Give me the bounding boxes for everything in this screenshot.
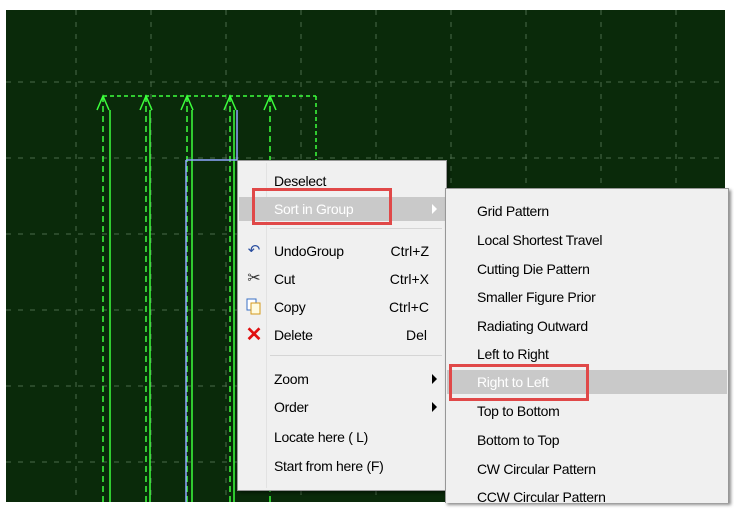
menu-item-delete[interactable]: ✕ Delete Del	[239, 323, 445, 347]
menu-item-label: Cut	[274, 271, 295, 287]
submenu-item-ccw-circular-pattern[interactable]: CCW Circular Pattern	[447, 485, 727, 509]
submenu-item-label: Cutting Die Pattern	[477, 261, 590, 277]
submenu-item-label: Grid Pattern	[477, 203, 549, 219]
menu-item-label: Start from here (F)	[274, 458, 384, 474]
submenu-item-label: Bottom to Top	[477, 432, 560, 448]
menu-item-order[interactable]: Order	[239, 395, 445, 419]
delete-x-icon: ✕	[245, 324, 263, 346]
menu-item-locate-here[interactable]: Locate here ( L)	[239, 425, 445, 449]
copy-icon	[245, 298, 263, 316]
submenu-item-local-shortest-travel[interactable]: Local Shortest Travel	[447, 228, 727, 252]
submenu-item-label: Local Shortest Travel	[477, 232, 603, 248]
menu-item-label: Deselect	[274, 173, 327, 189]
menu-separator	[270, 355, 442, 356]
submenu-item-left-to-right[interactable]: Left to Right	[447, 342, 727, 366]
menu-item-label: Delete	[274, 327, 313, 343]
submenu-item-radiating-outward[interactable]: Radiating Outward	[447, 314, 727, 338]
menu-item-label: Zoom	[274, 371, 309, 387]
submenu-item-bottom-to-top[interactable]: Bottom to Top	[447, 428, 727, 452]
submenu-item-label: Smaller Figure Prior	[477, 289, 596, 305]
scissors-icon: ✂	[247, 270, 261, 287]
menu-item-label: Locate here ( L)	[274, 429, 369, 445]
submenu-item-cw-circular-pattern[interactable]: CW Circular Pattern	[447, 457, 727, 481]
menu-item-label: Order	[274, 399, 309, 415]
menu-item-zoom[interactable]: Zoom	[239, 367, 445, 391]
menu-item-label: UndoGroup	[274, 243, 344, 259]
menu-item-shortcut: Ctrl+Z	[390, 243, 430, 259]
menu-item-start-from-here[interactable]: Start from here (F)	[239, 454, 445, 478]
annotation-highlight-sort-in-group	[252, 188, 392, 225]
submenu-item-label: Radiating Outward	[477, 318, 588, 334]
submenu-item-label: Left to Right	[477, 346, 549, 362]
menu-separator	[270, 228, 442, 229]
submenu-item-label: Top to Bottom	[477, 403, 560, 419]
menu-item-shortcut: Del	[405, 327, 427, 343]
submenu-item-smaller-figure-prior[interactable]: Smaller Figure Prior	[447, 285, 727, 309]
submenu-item-grid-pattern[interactable]: Grid Pattern	[447, 199, 727, 223]
menu-item-shortcut: Ctrl+C	[388, 299, 429, 315]
submenu-arrow-icon	[432, 204, 437, 214]
submenu-item-label: CCW Circular Pattern	[477, 489, 606, 505]
menu-item-copy[interactable]: Copy Ctrl+C	[239, 295, 445, 319]
annotation-highlight-right-to-left	[449, 364, 589, 401]
submenu-item-label: CW Circular Pattern	[477, 461, 596, 477]
submenu-item-cutting-die-pattern[interactable]: Cutting Die Pattern	[447, 257, 727, 281]
menu-item-label: Copy	[274, 299, 306, 315]
submenu-arrow-icon	[432, 402, 437, 412]
menu-item-undogroup[interactable]: ↶ UndoGroup Ctrl+Z	[239, 239, 445, 263]
submenu-arrow-icon	[432, 374, 437, 384]
sort-submenu: Grid Pattern Local Shortest Travel Cutti…	[445, 188, 729, 505]
menu-item-shortcut: Ctrl+X	[389, 271, 429, 287]
submenu-item-top-to-bottom[interactable]: Top to Bottom	[447, 399, 727, 423]
undo-icon: ↶	[247, 242, 261, 259]
menu-item-cut[interactable]: ✂ Cut Ctrl+X	[239, 267, 445, 291]
